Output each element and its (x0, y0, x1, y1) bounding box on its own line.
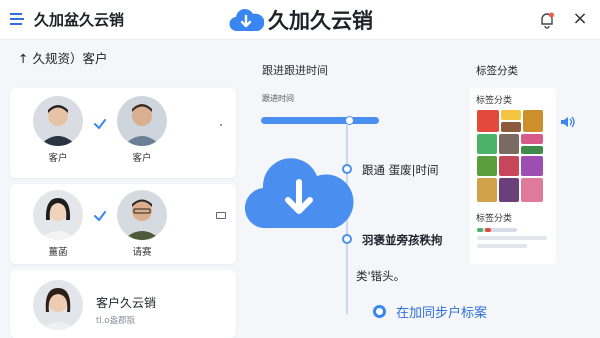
customer-avatar-item[interactable]: 薑菡 (30, 190, 86, 258)
brand: 久加久云销 (228, 5, 373, 35)
menu-icon[interactable] (10, 13, 26, 27)
tag-category-subtitle-2: 标签分类 (476, 214, 513, 224)
follow-up-subtitle: 跟进时间 (262, 94, 294, 103)
follow-up-slider[interactable] (261, 117, 379, 124)
close-icon[interactable]: × (570, 9, 590, 29)
tag-tile[interactable] (521, 146, 543, 154)
tag-tile[interactable] (523, 110, 543, 132)
avatar-name: 请赛 (132, 247, 152, 258)
window-icon[interactable] (216, 212, 226, 219)
tag-bar-green (477, 228, 483, 232)
timeline-node (342, 234, 352, 244)
customer-avatar-item[interactable] (30, 280, 86, 330)
tag-tile[interactable] (499, 178, 519, 202)
tag-tile[interactable] (521, 134, 543, 144)
check-icon (94, 211, 106, 221)
tag-tile[interactable] (521, 178, 543, 202)
avatar (117, 96, 167, 146)
sync-customer-tag-link[interactable]: 在加同步户标案 (396, 302, 487, 321)
tag-bar (477, 228, 517, 232)
avatar (117, 190, 167, 240)
customer-subtitle: tl.o盎郡翫 (96, 316, 136, 326)
customer-card-3[interactable]: 客户久云销 tl.o盎郡翫 (10, 270, 236, 338)
speaker-icon[interactable] (560, 116, 576, 128)
section-title: ↑ 久规资）客户 (18, 51, 108, 66)
customer-name: 客户久云销 (96, 296, 157, 310)
avatar (33, 190, 83, 240)
tag-bar (477, 244, 527, 248)
tag-tile[interactable] (521, 156, 543, 176)
check-icon (94, 119, 106, 129)
avatar-name: 薑菡 (48, 247, 68, 258)
avatar (33, 96, 83, 146)
tag-bar (477, 236, 547, 240)
tag-tile[interactable] (477, 110, 499, 132)
customer-card-1[interactable]: 客户 客户 (10, 88, 236, 178)
timeline-item-label: 类'锴头。 (356, 269, 406, 283)
tag-category-title: 标签分类 (476, 65, 518, 77)
tag-tile[interactable] (477, 134, 497, 154)
timeline-item-label: 羽褒並旁孩秩拘 (362, 233, 443, 247)
cloud-download-icon (244, 158, 354, 229)
tag-category-subtitle: 标签分类 (476, 96, 513, 106)
customer-panel: ↑ 久规资）客户 (12, 48, 240, 70)
avatar-name: 客户 (132, 153, 152, 164)
customer-avatar-item[interactable]: 请赛 (114, 190, 170, 258)
brand-name: 久加久云销 (268, 9, 373, 33)
tag-tile[interactable] (499, 134, 519, 154)
tag-grid[interactable] (477, 110, 543, 204)
avatar (33, 280, 83, 330)
bell-icon[interactable] (538, 11, 556, 29)
customer-card-2[interactable]: 薑菡 请赛 (10, 184, 236, 264)
more-dot-icon[interactable] (220, 124, 222, 126)
timeline-node-active (373, 305, 386, 318)
tag-tile[interactable] (501, 122, 521, 132)
customer-avatar-item[interactable]: 客户 (114, 96, 170, 164)
customer-avatar-item[interactable]: 客户 (30, 96, 86, 164)
timeline-node (342, 164, 352, 174)
tag-bar-red (485, 228, 491, 232)
follow-up-title: 跟进跟进时间 (262, 64, 328, 77)
tag-tile[interactable] (477, 178, 497, 202)
tag-tile[interactable] (477, 156, 497, 176)
tag-tile[interactable] (501, 110, 521, 120)
timeline-item-label: 跟通 蛋废|时间 (362, 163, 439, 177)
tag-tile[interactable] (499, 156, 519, 176)
cloud-download-logo-icon (229, 9, 264, 32)
app-title: 久加盆久云销 (34, 11, 125, 29)
avatar-name: 客户 (48, 153, 68, 164)
top-bar: 久加盆久云销 久加久云销 × (0, 0, 600, 40)
